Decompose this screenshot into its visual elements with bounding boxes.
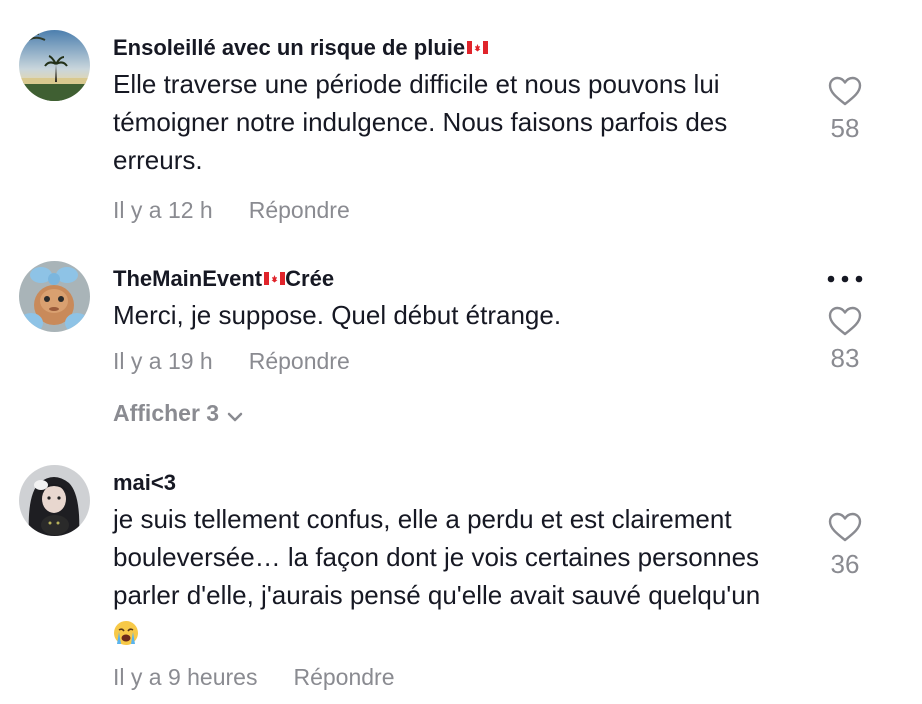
comment-username[interactable]: mai<3 xyxy=(113,469,793,497)
heart-outline-icon xyxy=(828,76,862,106)
avatar[interactable] xyxy=(19,30,90,101)
comment-username[interactable]: Ensoleillé avec un risque de pluie xyxy=(113,34,793,62)
chevron-down-icon xyxy=(227,412,243,422)
comment-text: Merci, je suppose. Quel début étrange. xyxy=(113,300,562,330)
comment-body: Ensoleillé avec un risque de pluie Elle … xyxy=(113,34,793,225)
canada-flag-icon xyxy=(264,272,286,285)
balloon-figure-avatar-icon xyxy=(19,261,90,332)
comment-body: mai<3 je suis tellement confus, elle a p… xyxy=(113,469,793,692)
like-button[interactable]: 83 xyxy=(818,306,872,373)
comment-meta: Il y a 12 h Répondre xyxy=(113,195,793,225)
avatar[interactable] xyxy=(19,261,90,332)
like-button[interactable]: 58 xyxy=(818,76,872,143)
reply-button[interactable]: Répondre xyxy=(249,348,350,374)
comment-time: Il y a 9 heures xyxy=(113,664,258,690)
comment-body: TheMainEvent Crée Merci, je suppose. Quel… xyxy=(113,265,793,376)
palm-beach-avatar-icon xyxy=(19,30,90,101)
comment-text: Elle traverse une période difficile et n… xyxy=(113,69,728,175)
username-suffix: Crée xyxy=(285,266,335,291)
view-replies-button[interactable]: Afficher 3 xyxy=(113,398,243,428)
username-text[interactable]: mai<3 xyxy=(113,470,176,495)
comment-meta: Il y a 19 h Répondre xyxy=(113,346,793,376)
view-replies-label: Afficher 3 xyxy=(113,400,220,426)
avatar[interactable] xyxy=(19,465,90,536)
more-options-icon[interactable] xyxy=(825,271,865,287)
comment-username[interactable]: TheMainEvent Crée xyxy=(113,265,793,293)
like-button[interactable]: 36 xyxy=(818,512,872,579)
heart-outline-icon xyxy=(828,306,862,336)
like-count: 58 xyxy=(830,113,860,143)
reply-button[interactable]: Répondre xyxy=(293,664,394,690)
canada-flag-icon xyxy=(467,41,489,54)
like-count: 36 xyxy=(830,549,860,579)
heart-outline-icon xyxy=(828,512,862,542)
reply-button[interactable]: Répondre xyxy=(249,197,350,223)
person-with-cat-avatar-icon xyxy=(19,465,90,536)
comment-meta: Il y a 9 heures Répondre xyxy=(113,662,793,692)
comment-text: je suis tellement confus, elle a perdu e… xyxy=(113,500,793,652)
like-count: 83 xyxy=(830,343,860,373)
username-text[interactable]: Ensoleillé avec un risque de pluie xyxy=(113,35,465,60)
comment-text-content: je suis tellement confus, elle a perdu e… xyxy=(113,504,761,610)
loudly-crying-face-emoji-icon xyxy=(114,621,138,645)
comment-time: Il y a 12 h xyxy=(113,197,213,223)
comment-time: Il y a 19 h xyxy=(113,348,213,374)
username-text[interactable]: TheMainEvent xyxy=(113,266,262,291)
